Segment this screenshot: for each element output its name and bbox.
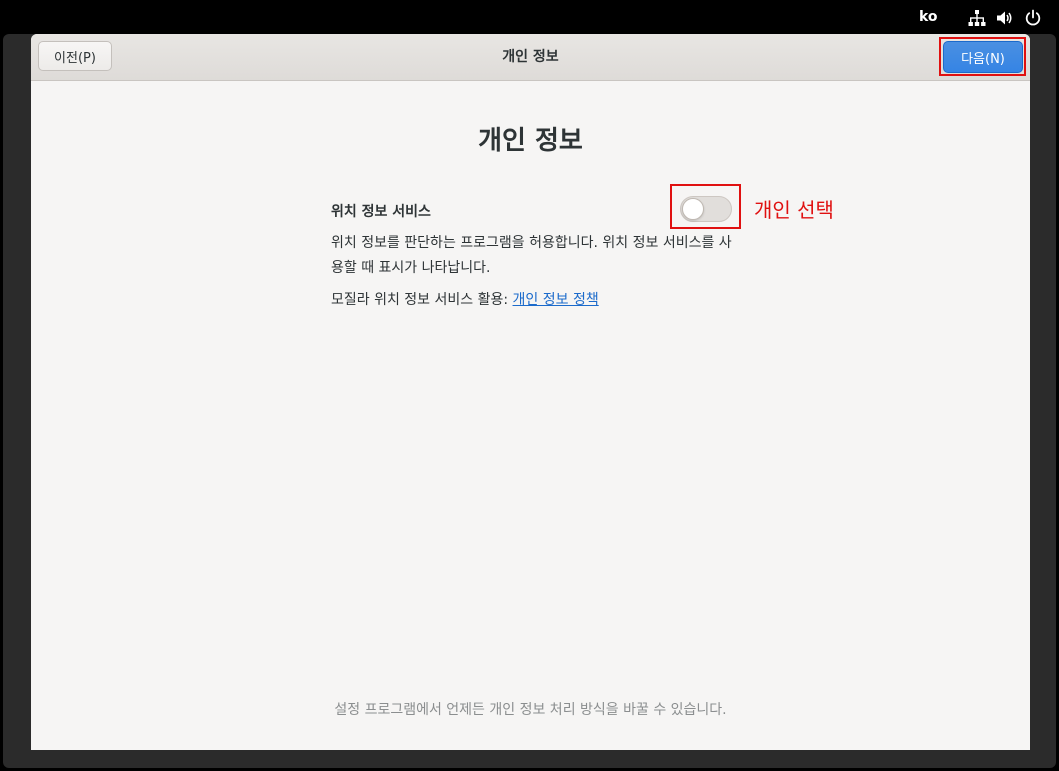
next-button[interactable]: 다음(N) xyxy=(943,41,1023,73)
toggle-knob xyxy=(682,198,704,220)
previous-button[interactable]: 이전(P) xyxy=(38,41,112,71)
footer-note: 설정 프로그램에서 언제든 개인 정보 처리 방식을 바꿀 수 있습니다. xyxy=(334,702,727,718)
header-title: 개인 정보 xyxy=(502,49,559,65)
privacy-policy-link[interactable]: 개인 정보 정책 xyxy=(513,292,599,308)
language-indicator[interactable]: ko xyxy=(919,9,938,25)
location-description: 위치 정보를 판단하는 프로그램을 허용합니다. 위치 정보 서비스를 사용할 … xyxy=(331,235,732,276)
location-services-label: 위치 정보 서비스 xyxy=(331,204,431,220)
location-services-toggle[interactable] xyxy=(680,196,732,222)
page-title: 개인 정보 xyxy=(478,126,583,156)
setup-window: 이전(P) 개인 정보 다음(N) 개인 정보 위치 정보 서비스 개인 선택 … xyxy=(31,34,1030,750)
mozilla-prefix-text: 모질라 위치 정보 서비스 활용: xyxy=(331,292,513,308)
annotation-label: 개인 선택 xyxy=(754,198,834,222)
network-icon[interactable] xyxy=(968,9,986,27)
system-top-bar: ko xyxy=(0,0,1059,34)
mozilla-location-line: 모질라 위치 정보 서비스 활용: 개인 정보 정책 xyxy=(331,289,599,309)
power-icon[interactable] xyxy=(1024,9,1042,27)
volume-icon[interactable] xyxy=(995,9,1013,27)
header-bar: 이전(P) 개인 정보 다음(N) xyxy=(31,34,1030,81)
